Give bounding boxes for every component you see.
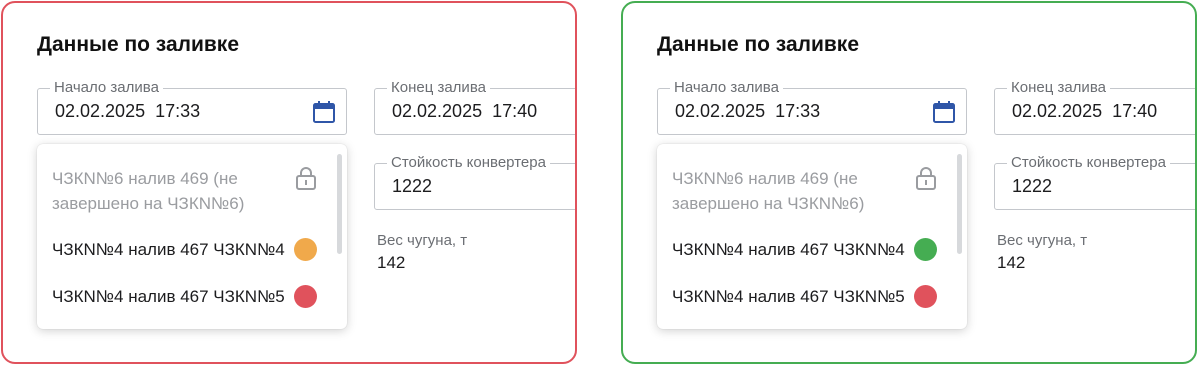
dropdown-option[interactable]: ЧЗКN№4 налив 467 ЧЗКN№4 [52,237,285,262]
converter-durability-value: 1222 [1012,176,1053,196]
status-dot-red [294,285,317,308]
pour-start-field[interactable]: Начало залива 02.02.2025 17:33 [37,79,347,135]
iron-weight-label: Вес чугуна, т [997,232,1088,249]
calendar-icon[interactable] [312,100,336,124]
converter-durability-field[interactable]: Стойкость конвертера 1222 [374,154,575,210]
dropdown-option[interactable]: ЧЗКN№4 налив 467 ЧЗКN№4 [672,237,905,262]
status-dot-orange [294,238,317,261]
lock-icon [296,167,316,190]
pour-start-value: 02.02.2025 17:33 [55,101,201,121]
dropdown-scrollbar[interactable] [337,154,342,254]
iron-weight-label: Вес чугуна, т [377,232,468,249]
pour-end-field[interactable]: Конец залива 02.02.2025 17:40 [994,79,1195,135]
pour-start-label: Начало залива [670,79,783,96]
lock-icon [916,167,936,190]
pour-end-value: 02.02.2025 17:40 [1012,101,1158,121]
status-dot-green [914,238,937,261]
converter-durability-label: Стойкость конвертера [1007,154,1170,171]
pour-end-label: Конец залива [1007,79,1110,96]
dropdown-scrollbar[interactable] [957,154,962,254]
ladle-dropdown: ЧЗКN№6 налив 469 (не завершено на ЧЗКN№6… [37,144,347,329]
panel-title: Данные по заливке [657,33,859,56]
dropdown-option-disabled: ЧЗКN№6 налив 469 (не завершено на ЧЗКN№6… [672,169,865,213]
iron-weight-value: 142 [997,253,1026,272]
pour-end-value: 02.02.2025 17:40 [392,101,538,121]
pour-end-field[interactable]: Конец залива 02.02.2025 17:40 [374,79,575,135]
dropdown-option[interactable]: ЧЗКN№4 налив 467 ЧЗКN№5 [52,284,285,309]
iron-weight-value: 142 [377,253,406,272]
pour-data-panel-invalid: Данные по заливке Начало залива 02.02.20… [1,1,577,364]
ladle-dropdown: ЧЗКN№6 налив 469 (не завершено на ЧЗКN№6… [657,144,967,329]
pour-data-panel-valid: Данные по заливке Начало залива 02.02.20… [621,1,1197,364]
calendar-icon[interactable] [932,100,956,124]
converter-durability-field[interactable]: Стойкость конвертера 1222 [994,154,1195,210]
pour-end-label: Конец залива [387,79,490,96]
dropdown-option-disabled: ЧЗКN№6 налив 469 (не завершено на ЧЗКN№6… [52,169,245,213]
converter-durability-label: Стойкость конвертера [387,154,550,171]
pour-start-value: 02.02.2025 17:33 [675,101,821,121]
pour-start-field[interactable]: Начало залива 02.02.2025 17:33 [657,79,967,135]
status-dot-red [914,285,937,308]
dropdown-option[interactable]: ЧЗКN№4 налив 467 ЧЗКN№5 [672,284,905,309]
panel-title: Данные по заливке [37,33,239,56]
converter-durability-value: 1222 [392,176,433,196]
pour-start-label: Начало залива [50,79,163,96]
